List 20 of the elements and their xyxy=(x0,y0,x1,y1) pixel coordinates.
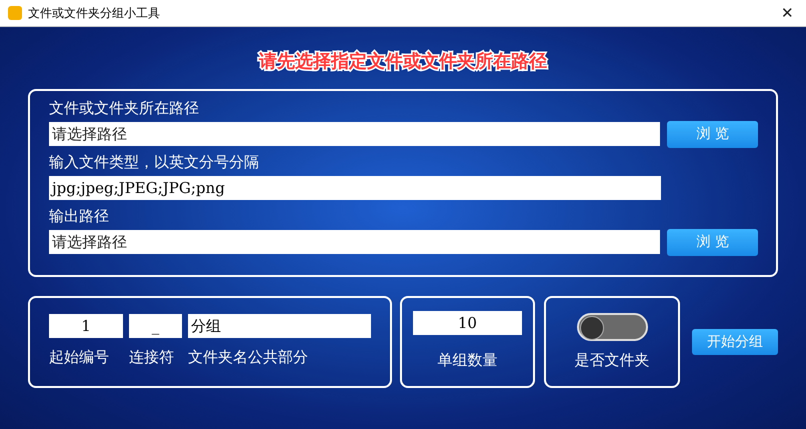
input-field[interactable]: 请选择路径 xyxy=(49,122,660,146)
window-title: 文件或文件夹分组小工具 xyxy=(28,4,161,22)
field-label: 文件或文件夹所在路径 xyxy=(49,98,200,119)
input-field[interactable]: 10 xyxy=(412,311,522,335)
input-field[interactable]: 1 xyxy=(49,314,123,338)
input-field[interactable]: 分组 xyxy=(188,314,371,338)
input-field[interactable]: jpg;jpeg;JPEG;JPG;png xyxy=(49,176,661,200)
field-label: 文件夹名公共部分 xyxy=(188,348,309,367)
toggle-switch[interactable] xyxy=(576,313,648,341)
input-field[interactable]: _ xyxy=(129,314,182,338)
field-label: 输出路径 xyxy=(49,206,110,227)
field-label: 起始编号 xyxy=(49,348,110,367)
close-button[interactable]: ✕ xyxy=(777,4,798,22)
app-icon xyxy=(8,6,22,20)
heading: 请先选择指定文件或文件夹所在路径 xyxy=(259,50,547,73)
field-label: 连接符 xyxy=(129,348,175,367)
input-field[interactable]: 请选择路径 xyxy=(49,230,660,254)
field-label: 输入文件类型，以英文分号分隔 xyxy=(49,152,260,173)
field-label: 是否文件夹 xyxy=(574,351,650,370)
field-label: 单组数量 xyxy=(437,351,498,370)
